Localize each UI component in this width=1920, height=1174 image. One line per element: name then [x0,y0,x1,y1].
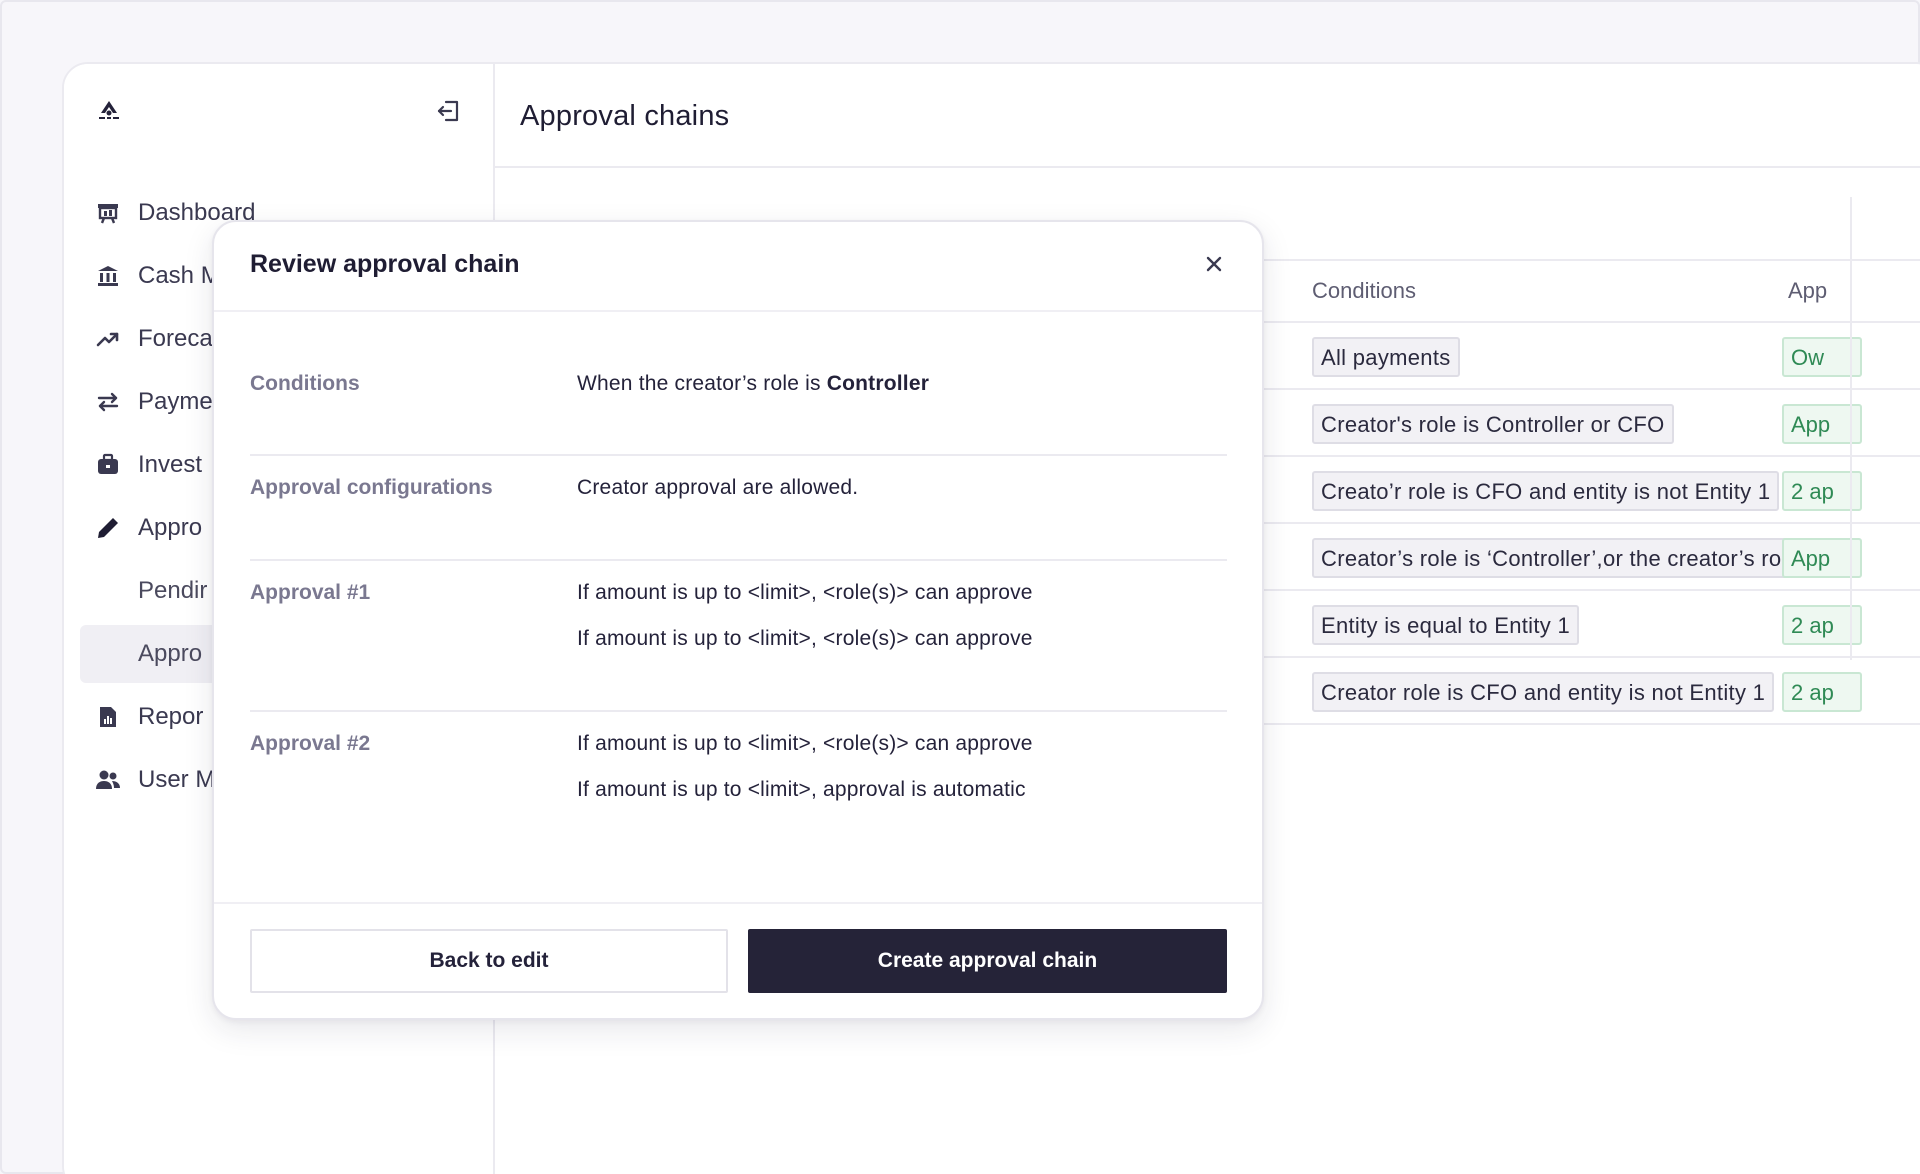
approval-configurations-label: Approval configurations [250,476,493,499]
modal-footer-divider [214,902,1262,904]
conditions-value-prefix: When the creator’s role is [577,372,827,395]
modal-header-divider [214,310,1262,312]
conditions-value-role: Controller [826,372,930,395]
arrows-swap-icon [94,388,122,416]
condition-tag: Creator role is CFO and entity is not En… [1312,672,1775,712]
conditions-label: Conditions [250,372,360,395]
approval-1-line: If amount is up to <limit>, <role(s)> ca… [577,581,1033,604]
review-approval-chain-modal: Review approval chain Conditions When th… [212,220,1264,1020]
table-row[interactable]: Creator's role is Controller or CFO App [1264,390,1920,457]
report-icon [94,703,122,731]
column-divider [1850,197,1852,660]
sidebar-item-label: Repor [138,703,204,730]
table-row[interactable]: All payments Ow [1264,323,1920,390]
table-header: Conditions App [1264,259,1920,323]
sidebar-item-label: Invest [138,451,203,478]
sidebar-item-label: User M [138,766,216,793]
approval-1-line: If amount is up to <limit>, <role(s)> ca… [577,627,1033,650]
close-icon[interactable] [1202,252,1226,276]
review-details: Conditions When the creator’s role is Co… [250,352,1227,862]
approval-1-label: Approval #1 [250,581,371,604]
review-row-approval-2: Approval #2 If amount is up to <limit>, … [250,712,1227,862]
trending-up-icon [94,325,122,353]
page-title: Approval chains [520,100,730,132]
back-to-edit-button[interactable]: Back to edit [250,929,728,993]
review-row-approval-1: Approval #1 If amount is up to <limit>, … [250,561,1227,712]
sidebar-subitem-label: Pendir [138,577,208,604]
dashboard-icon [94,199,122,227]
condition-tag: Creato’r role is CFO and entity is not E… [1312,471,1780,511]
pencil-icon [94,514,122,542]
conditions-value: When the creator’s role is Controller [577,372,929,396]
condition-tag: All payments [1312,337,1460,377]
condition-tag: Creator's role is Controller or CFO [1312,404,1674,444]
approval-2-line: If amount is up to <limit>, approval is … [577,778,1026,801]
table-row[interactable]: Creato’r role is CFO and entity is not E… [1264,457,1920,524]
approval-2-line: If amount is up to <limit>, <role(s)> ca… [577,732,1033,755]
briefcase-icon [94,451,122,479]
collapse-sidebar-icon[interactable] [434,96,464,126]
column-header-conditions[interactable]: Conditions [1312,278,1416,304]
approval-2-label: Approval #2 [250,732,371,755]
condition-tag: Entity is equal to Entity 1 [1312,605,1580,645]
header-divider [495,166,1920,168]
table-row[interactable]: Creator role is CFO and entity is not En… [1264,658,1920,725]
create-approval-chain-button[interactable]: Create approval chain [748,929,1227,993]
sidebar-item-label: Payme [138,388,213,415]
review-row-configurations: Approval configurations Creator approval… [250,456,1227,561]
review-row-conditions: Conditions When the creator’s role is Co… [250,352,1227,456]
sidebar-subitem-label: Appro [138,640,203,667]
approval-tag: 2 ap [1782,672,1862,712]
sidebar-item-label: Appro [138,514,203,541]
condition-tag: Creator’s role is ‘Controller’,or the cr… [1312,538,1852,578]
table-row[interactable]: Entity is equal to Entity 1 2 ap [1264,591,1920,658]
approval-chains-table: Conditions App All payments Ow Creator's… [1264,259,1920,725]
logo-icon[interactable] [96,98,122,122]
column-header-approvals[interactable]: App [1788,278,1827,304]
sidebar-item-label: Foreca [138,325,213,352]
users-icon [94,766,122,794]
bank-icon [94,262,122,290]
table-row[interactable]: Creator’s role is ‘Controller’,or the cr… [1264,524,1920,591]
modal-title: Review approval chain [250,250,520,278]
sidebar-item-label: Cash M [138,262,221,289]
approval-configurations-value: Creator approval are allowed. [577,476,859,499]
